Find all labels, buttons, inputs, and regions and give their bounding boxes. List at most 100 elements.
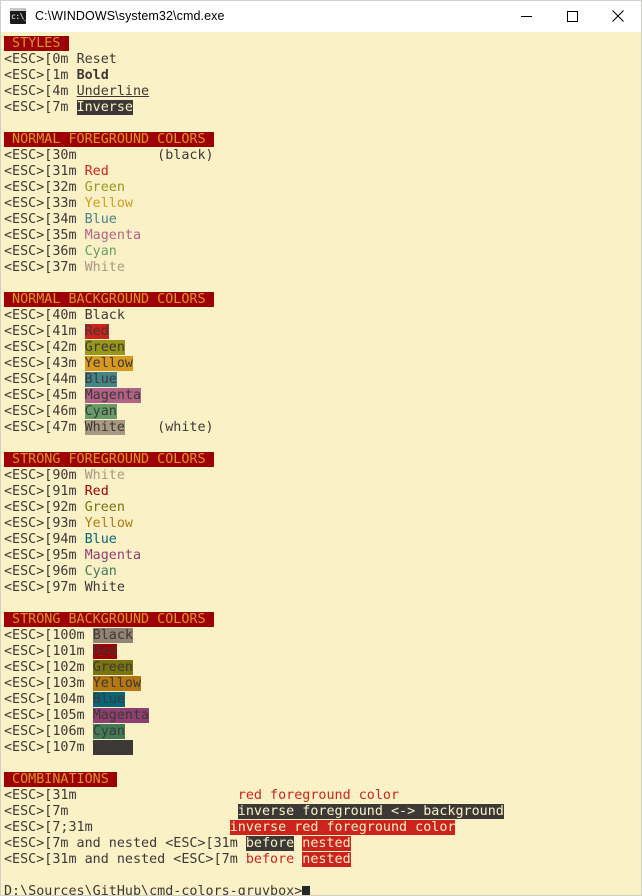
escape-code-row: <ESC>[31m Red [4,164,641,180]
escape-code-row: <ESC>[35m Magenta [4,228,641,244]
escape-code-row: <ESC>[90m White [4,468,641,484]
cmd-icon-glyph: c:\_ [11,12,26,21]
escape-code: <ESC>[34m [4,212,85,227]
color-sample-label: White [84,260,125,275]
escape-code-row: <ESC>[0m Reset [4,52,641,68]
combination-row: <ESC>[7m and nested <ESC>[31m before nes… [4,836,641,852]
color-sample-label: Green [84,500,125,515]
escape-code-row: <ESC>[30m Black (black) [4,148,641,164]
escape-code-row: <ESC>[97m White [4,580,641,596]
color-sample-label: White [84,420,125,435]
color-sample-label: White [92,740,133,755]
escape-code: <ESC>[32m [4,180,85,195]
close-button[interactable] [595,1,641,31]
escape-code: <ESC>[37m [4,260,85,275]
color-sample-label: Green [92,660,133,675]
escape-code: <ESC>[31m and nested <ESC>[7m [4,852,246,867]
escape-code: <ESC>[90m [4,468,85,483]
combination-row: <ESC>[7m inverse foreground <-> backgrou… [4,804,641,820]
combination-sample: inverse red foreground color [229,820,456,835]
combination-row: <ESC>[31m red foreground color [4,788,641,804]
escape-code: <ESC>[92m [4,500,85,515]
color-sample-label: Reset [76,52,117,67]
escape-code: <ESC>[36m [4,244,85,259]
combination-row: <ESC>[7;31m inverse red foreground color [4,820,641,836]
section-header: NORMAL FOREGROUND COLORS [4,132,641,148]
escape-code-row: <ESC>[103m Yellow [4,676,641,692]
escape-code: <ESC>[42m [4,340,85,355]
section-header-label: STRONG FOREGROUND COLORS [4,452,214,467]
color-sample-label: Red [92,644,117,659]
color-sample-label: Black [84,148,125,163]
color-sample-label: Underline [76,84,150,99]
section-header-label: STYLES [4,36,69,51]
escape-code: <ESC>[97m [4,580,85,595]
color-sample-label: Blue [84,532,117,547]
combination-sample: red foreground color [237,788,400,803]
escape-code: <ESC>[102m [4,660,93,675]
color-sample-label: Bold [76,68,109,83]
escape-code-row: <ESC>[33m Yellow [4,196,641,212]
color-sample-label: Black [92,628,133,643]
escape-code-row: <ESC>[96m Cyan [4,564,641,580]
escape-code: <ESC>[47m [4,420,85,435]
combination-row: <ESC>[31m and nested <ESC>[7m before nes… [4,852,641,868]
escape-code: <ESC>[106m [4,724,93,739]
terminal-output[interactable]: STYLES <ESC>[0m Reset <ESC>[1m Bold <ESC>[… [1,32,641,895]
escape-code-row: <ESC>[47m White (white) [4,420,641,436]
escape-code-row: <ESC>[104m Blue [4,692,641,708]
color-sample-label: Magenta [84,228,142,243]
combination-sample: nested [302,836,351,851]
color-sample-label: Green [84,340,125,355]
escape-code-row: <ESC>[102m Green [4,660,641,676]
section-header: COMBINATIONS [4,772,641,788]
escape-code-row: <ESC>[105m Magenta [4,708,641,724]
escape-code: <ESC>[105m [4,708,93,723]
escape-code: <ESC>[7m [4,804,238,819]
escape-code: <ESC>[35m [4,228,85,243]
escape-code: <ESC>[31m [4,788,238,803]
color-sample-label: White [84,580,125,595]
escape-code: <ESC>[31m [4,164,85,179]
color-sample-label: Red [84,484,109,499]
escape-code: <ESC>[107m [4,740,93,755]
color-sample-label: Blue [84,372,117,387]
escape-code-row: <ESC>[40m Black [4,308,641,324]
color-sample-label: Red [84,324,109,339]
color-sample-label: Cyan [84,244,117,259]
minimize-button[interactable] [503,1,549,31]
section-header-label: NORMAL BACKGROUND COLORS [4,292,214,307]
escape-code: <ESC>[4m [4,84,77,99]
escape-code-row: <ESC>[100m Black [4,628,641,644]
title-bar[interactable]: c:\_ C:\WINDOWS\system32\cmd.exe [1,1,641,32]
section-header: STRONG BACKGROUND COLORS [4,612,641,628]
escape-code: <ESC>[7m and nested <ESC>[31m [4,836,246,851]
escape-code: <ESC>[96m [4,564,85,579]
escape-code-row: <ESC>[44m Blue [4,372,641,388]
escape-code-row: <ESC>[45m Magenta [4,388,641,404]
combination-sample: inverse foreground <-> background [237,804,504,819]
color-sample-label: Cyan [92,724,125,739]
escape-code: <ESC>[46m [4,404,85,419]
escape-code-row: <ESC>[92m Green [4,500,641,516]
escape-code-row: <ESC>[37m White [4,260,641,276]
combination-sample: before [245,852,295,867]
escape-code: <ESC>[91m [4,484,85,499]
escape-code: <ESC>[44m [4,372,85,387]
section-header: STYLES [4,36,641,52]
maximize-button[interactable] [549,1,595,31]
color-sample-label: Black [84,308,125,323]
escape-code: <ESC>[100m [4,628,93,643]
escape-code: <ESC>[95m [4,548,85,563]
escape-code-row: <ESC>[4m Underline [4,84,641,100]
color-sample-label: Green [84,180,125,195]
escape-code-row: <ESC>[46m Cyan [4,404,641,420]
cmd-window: c:\_ C:\WINDOWS\system32\cmd.exe STYLES … [0,0,642,896]
escape-code: <ESC>[93m [4,516,85,531]
color-sample-label: Cyan [84,564,117,579]
